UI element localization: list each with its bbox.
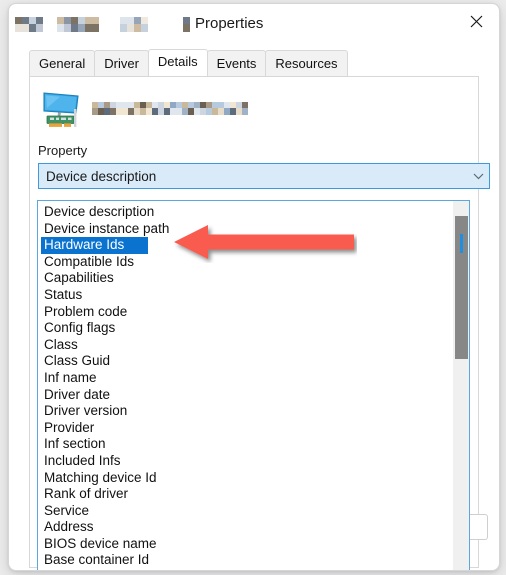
dropdown-item-label: Status [44,286,83,302]
dropdown-item-label: Included Infs [44,452,121,468]
title-bar: Properties [9,4,499,44]
tab-events-label: Events [216,56,257,71]
desktop-backdrop: Properties General Driver Details Events Res… [0,0,506,575]
dropdown-item-label: Provider [44,419,95,435]
dropdown-item[interactable]: Capabilities [38,270,452,287]
dropdown-item[interactable]: Inf name [38,370,452,387]
dropdown-item[interactable]: Rank of driver [38,486,452,503]
device-properties-dialog: Properties General Driver Details Events Res… [8,3,500,571]
dropdown-item[interactable]: Class [38,337,452,354]
close-icon [470,15,482,27]
dropdown-item[interactable]: Device instance path [38,221,452,238]
dropdown-item-label: Driver version [44,403,128,419]
dropdown-item[interactable]: Address [38,519,452,536]
property-dropdown-list[interactable]: Device description Device instance path Ha… [37,200,470,570]
device-header [40,87,250,133]
tab-resources[interactable]: Resources [265,50,348,76]
dropdown-item-container: Device description Device instance path Ha… [38,201,452,570]
dropdown-item-label: Driver date [44,386,111,402]
tab-details-label: Details [157,54,198,69]
dropdown-item[interactable]: Base container Id [38,552,452,569]
dropdown-item[interactable]: Included Infs [38,453,452,470]
dropdown-item-label: Matching device Id [44,469,157,485]
tab-general-label: General [39,56,86,71]
dropdown-item[interactable]: Provider [38,420,452,437]
window-title: Properties [15,13,263,35]
property-label: Property [38,143,88,158]
dropdown-item[interactable]: BIOS device name [38,536,452,553]
tab-driver[interactable]: Driver [94,50,149,76]
dropdown-item-label: Compatible Ids [44,253,135,269]
redacted-device-name-title [15,16,190,32]
dropdown-item-label: Address [44,519,94,535]
dropdown-item-label: Inf name [44,369,97,385]
dropdown-item-label: Service [44,502,90,518]
dropdown-item[interactable]: Driver date [38,387,452,404]
dropdown-item-label: Problem code [44,303,128,319]
dropdown-item[interactable]: Bus number [38,569,452,570]
dropdown-item-label: Capabilities [44,270,114,286]
dropdown-item[interactable]: Config flags [38,320,452,337]
display-adapter-icon [43,92,79,127]
dropdown-item[interactable]: Hardware Ids [38,237,452,254]
dropdown-item-label: Hardware Ids [41,237,149,254]
property-combobox[interactable]: Device description [38,163,490,189]
dropdown-item[interactable]: Problem code [38,304,452,321]
dropdown-item[interactable]: Compatible Ids [38,254,452,271]
tab-driver-label: Driver [104,56,139,71]
dropdown-item-label: Device instance path [44,220,170,236]
chevron-down-icon [467,173,489,180]
dropdown-scrollbar[interactable] [452,201,469,570]
tab-resources-label: Resources [275,56,338,71]
property-combobox-value: Device description [46,168,157,184]
dropdown-item[interactable]: Device description [38,204,452,221]
dropdown-item[interactable]: Service [38,503,452,520]
redacted-device-name [92,101,250,115]
window-title-text: Properties [195,15,264,32]
dropdown-item[interactable]: Class Guid [38,353,452,370]
dropdown-item-label: Bus number [44,569,120,570]
text-caret [460,234,463,253]
dropdown-item[interactable]: Matching device Id [38,470,452,487]
dropdown-item[interactable]: Driver version [38,403,452,420]
dropdown-item[interactable]: Status [38,287,452,304]
dropdown-item[interactable]: Inf section [38,436,452,453]
dropdown-item-label: Inf section [44,436,106,452]
tab-strip: General Driver Details Events Resources [9,49,499,77]
dropdown-item-label: Config flags [44,320,116,336]
dropdown-item-label: Class [44,336,78,352]
tab-details[interactable]: Details [147,49,208,76]
close-button[interactable] [453,4,499,38]
dropdown-item-label: Base container Id [44,552,150,568]
dropdown-item-label: Device description [44,204,155,219]
dropdown-item-label: Rank of driver [44,486,129,502]
tab-events[interactable]: Events [206,50,267,76]
dropdown-item-label: BIOS device name [44,535,157,551]
tab-general[interactable]: General [29,50,96,76]
dropdown-item-label: Class Guid [44,353,111,369]
